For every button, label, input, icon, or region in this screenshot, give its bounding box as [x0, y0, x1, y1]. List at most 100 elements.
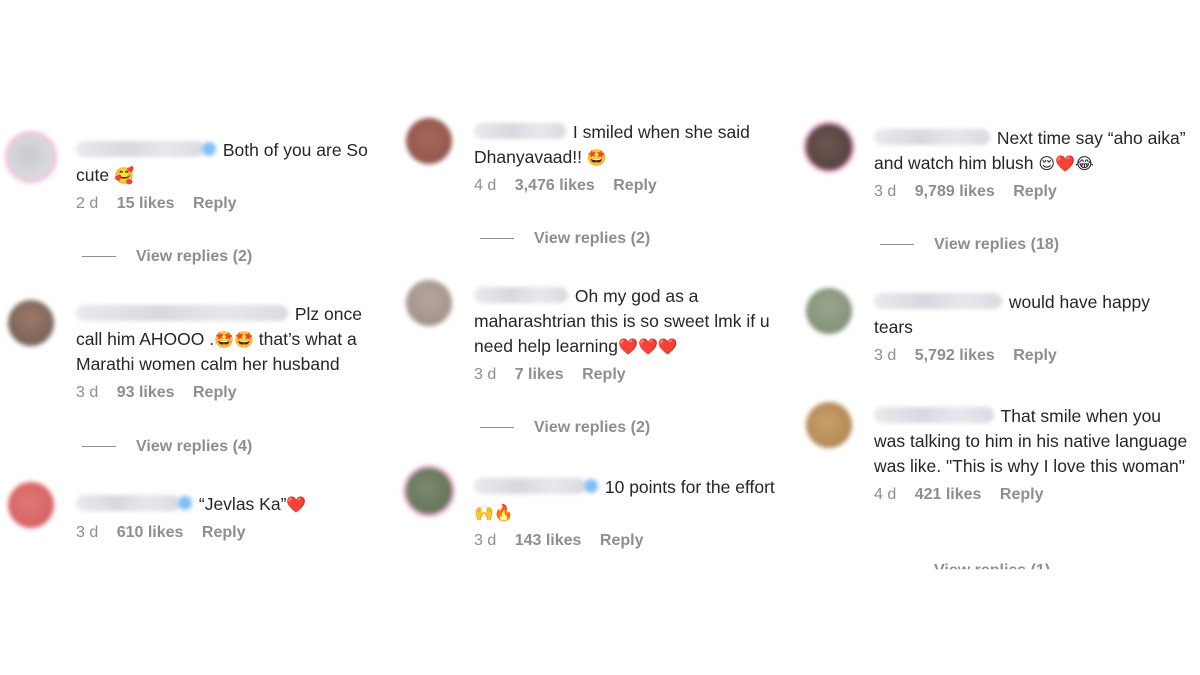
avatar[interactable] — [806, 402, 852, 448]
view-replies-label: View replies (18) — [934, 236, 1060, 253]
view-replies-label: View replies (2) — [534, 230, 651, 247]
verified-badge-icon — [178, 496, 192, 510]
verified-badge-icon — [202, 142, 216, 156]
divider-line — [480, 427, 514, 429]
avatar[interactable] — [406, 468, 452, 514]
comment-age: 3 d — [874, 347, 897, 364]
likes-count[interactable]: 7 likes — [515, 366, 564, 384]
divider-line — [82, 446, 116, 448]
reply-button[interactable]: Reply — [1013, 347, 1057, 365]
comment-age: 4 d — [874, 486, 897, 503]
emoji-icon: ❤️ — [286, 495, 307, 514]
view-replies-button[interactable]: View replies (2) — [82, 248, 252, 266]
emoji-icon: ❤️❤️❤️ — [618, 337, 678, 356]
view-replies-button[interactable]: View replies (4) — [82, 438, 252, 456]
view-replies-label: View replies (4) — [136, 438, 253, 455]
reply-button[interactable]: Reply — [193, 384, 237, 402]
username-blurred[interactable] — [874, 407, 994, 423]
comments-column-1: Both of you are So cute 🥰 2 d 15 likes R… — [0, 0, 398, 675]
comment-body: That smile when you was talking to him i… — [874, 404, 1192, 504]
comment-meta: 3 d 143 likes Reply — [474, 532, 790, 550]
likes-count[interactable]: 93 likes — [117, 384, 175, 402]
comment-meta: 3 d 610 likes Reply — [76, 524, 390, 542]
divider-line — [480, 238, 514, 240]
avatar[interactable] — [806, 124, 852, 170]
avatar[interactable] — [406, 118, 452, 164]
comment-meta: 3 d 5,792 likes Reply — [874, 347, 1192, 365]
comment-meta: 3 d 9,789 likes Reply — [874, 183, 1192, 201]
comments-column-3: Next time say “aho aika” and watch him b… — [798, 0, 1200, 675]
comment-meta: 2 d 15 likes Reply — [76, 195, 390, 213]
view-replies-label: View replies (2) — [136, 248, 253, 265]
reply-button[interactable]: Reply — [600, 532, 644, 550]
comment-body: I smiled when she said Dhanyavaad!! 🤩 4 … — [474, 120, 790, 195]
comment-age: 3 d — [474, 366, 497, 383]
reply-button[interactable]: Reply — [1000, 486, 1044, 504]
emoji-icon: 🤩 — [586, 148, 607, 167]
view-replies-button[interactable]: View replies (2) — [480, 230, 650, 248]
comment-body: would have happy tears 3 d 5,792 likes R… — [874, 290, 1192, 365]
avatar[interactable] — [8, 134, 54, 180]
likes-count[interactable]: 610 likes — [117, 524, 184, 542]
view-replies-button[interactable]: View replies (2) — [480, 419, 650, 437]
username-blurred[interactable] — [76, 141, 204, 157]
likes-count[interactable]: 143 likes — [515, 532, 582, 550]
comment-body: Next time say “aho aika” and watch him b… — [874, 126, 1192, 201]
likes-count[interactable]: 5,792 likes — [915, 347, 995, 365]
likes-count[interactable]: 3,476 likes — [515, 177, 595, 195]
comment-text: Oh my god as a maharashtrian this is so … — [474, 284, 790, 359]
avatar[interactable] — [406, 280, 452, 326]
comment-text: I smiled when she said Dhanyavaad!! 🤩 — [474, 120, 790, 170]
comment-body: Oh my god as a maharashtrian this is so … — [474, 284, 790, 384]
likes-count[interactable]: 15 likes — [117, 195, 175, 213]
emoji-icon: 🙌🔥 — [474, 503, 514, 522]
view-replies-label: View replies (2) — [534, 419, 651, 436]
view-replies-button[interactable]: View replies (1) — [880, 562, 1051, 579]
username-blurred[interactable] — [874, 129, 990, 145]
comment-text: “Jevlas Ka”❤️ — [76, 492, 390, 517]
reply-button[interactable]: Reply — [202, 524, 246, 542]
username-blurred[interactable] — [474, 123, 566, 139]
emoji-icon: 🤩🤩 — [214, 330, 254, 349]
comment-body: Plz once call him AHOOO .🤩🤩 that’s what … — [76, 302, 390, 402]
username-blurred[interactable] — [76, 495, 180, 511]
comment-age: 3 d — [76, 524, 99, 541]
comment-meta: 4 d 3,476 likes Reply — [474, 177, 790, 195]
likes-count[interactable]: 421 likes — [915, 486, 982, 504]
emoji-icon: 😌❤️😂 — [1038, 154, 1094, 173]
comment-meta: 4 d 421 likes Reply — [874, 486, 1192, 504]
comment-text: That smile when you was talking to him i… — [874, 404, 1192, 479]
comment-meta: 3 d 7 likes Reply — [474, 366, 790, 384]
comment-text-content: 10 points for the effort — [604, 477, 775, 497]
comment-text: Plz once call him AHOOO .🤩🤩 that’s what … — [76, 302, 390, 377]
avatar[interactable] — [806, 288, 852, 334]
comment-age: 2 d — [76, 195, 99, 212]
comments-column-2: I smiled when she said Dhanyavaad!! 🤩 4 … — [398, 0, 798, 675]
reply-button[interactable]: Reply — [1013, 183, 1057, 201]
username-blurred[interactable] — [474, 478, 586, 494]
divider-line — [82, 256, 116, 258]
comment-body: Both of you are So cute 🥰 2 d 15 likes R… — [76, 138, 390, 213]
avatar[interactable] — [8, 300, 54, 346]
comment-text: Both of you are So cute 🥰 — [76, 138, 390, 188]
username-blurred[interactable] — [76, 305, 288, 321]
view-replies-label: View replies (1) — [934, 562, 1051, 579]
divider-line — [880, 244, 914, 246]
likes-count[interactable]: 9,789 likes — [915, 183, 995, 201]
username-blurred[interactable] — [474, 287, 568, 303]
reply-button[interactable]: Reply — [613, 177, 657, 195]
comment-body: 10 points for the effort 🙌🔥 3 d 143 like… — [474, 475, 790, 550]
comment-age: 3 d — [874, 183, 897, 200]
comment-body: “Jevlas Ka”❤️ 3 d 610 likes Reply — [76, 492, 390, 542]
divider-line — [880, 570, 914, 571]
comment-text: Next time say “aho aika” and watch him b… — [874, 126, 1192, 176]
comment-age: 4 d — [474, 177, 497, 194]
avatar[interactable] — [8, 482, 54, 528]
comment-text-content: “Jevlas Ka” — [198, 494, 287, 514]
reply-button[interactable]: Reply — [582, 366, 626, 384]
emoji-icon: 🥰 — [113, 166, 134, 185]
reply-button[interactable]: Reply — [193, 195, 237, 213]
comment-age: 3 d — [76, 384, 99, 401]
username-blurred[interactable] — [874, 293, 1002, 309]
view-replies-button[interactable]: View replies (18) — [880, 236, 1059, 254]
